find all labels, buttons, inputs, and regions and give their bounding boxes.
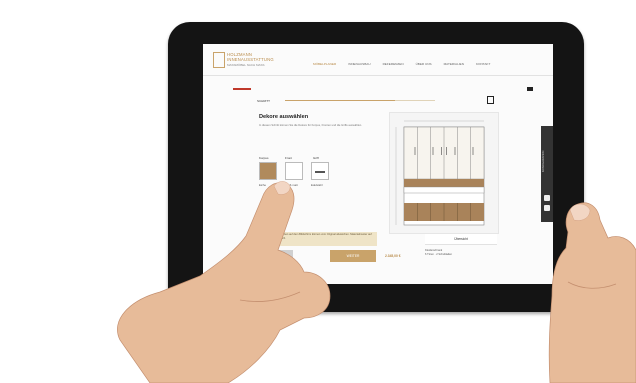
- right-hand: [548, 202, 636, 383]
- left-hand: [117, 182, 331, 383]
- hands-overlay: [117, 181, 636, 383]
